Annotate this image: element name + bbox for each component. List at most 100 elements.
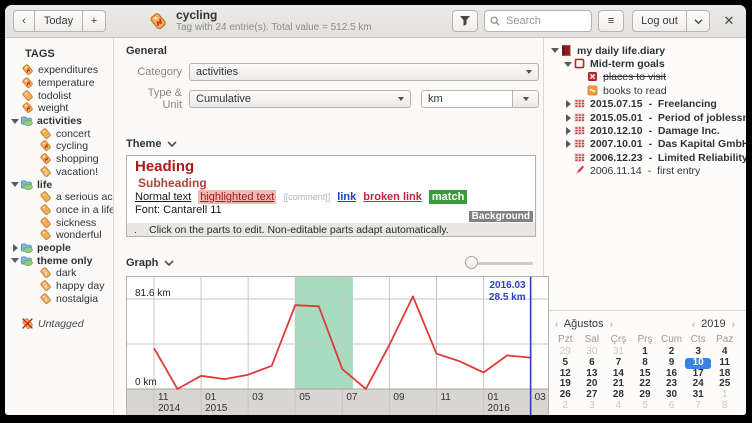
category-icon xyxy=(20,114,33,127)
expander-icon[interactable] xyxy=(563,113,573,123)
graph-section-title[interactable]: Graph xyxy=(126,257,174,269)
theme-highlight-sample[interactable]: highlighted text xyxy=(198,190,276,204)
unit-dropdown-button[interactable] xyxy=(513,90,539,108)
diary-tree-item[interactable]: 2015.07.15- Freelancing xyxy=(548,98,746,111)
logout-button[interactable]: Log out xyxy=(632,10,686,32)
dropdown-arrow-icon xyxy=(398,97,404,101)
menu-button[interactable]: ≡ xyxy=(598,10,624,32)
calendar-day[interactable]: 6 xyxy=(579,358,606,369)
category-dropdown[interactable]: activities xyxy=(189,63,539,81)
category-icon xyxy=(20,241,33,254)
tag-item[interactable]: a serious acco... xyxy=(5,191,113,204)
expander-icon[interactable] xyxy=(10,256,20,266)
diary-tree-item[interactable]: 2010.12.10- Damage Inc. xyxy=(548,124,746,137)
calendar-day[interactable]: 11 xyxy=(711,358,738,369)
theme-background-chip[interactable]: Background xyxy=(469,211,533,222)
search-icon xyxy=(490,16,500,26)
tag-item[interactable]: once in a lifeti... xyxy=(5,204,113,217)
calendar-day[interactable]: 8 xyxy=(632,358,659,369)
chapter-icon xyxy=(573,111,586,124)
theme-bullet-sample[interactable]: . xyxy=(127,224,149,236)
theme-link-sample[interactable]: link xyxy=(337,190,356,204)
diary-tree-item[interactable]: 2015.05.01- Period of joblessness and jo… xyxy=(548,111,746,124)
graph-canvas[interactable]: 81.6 km0 km11201401201503050709110120160… xyxy=(126,276,549,415)
tag-item[interactable]: concert xyxy=(5,127,113,140)
calendar-day[interactable]: 7 xyxy=(605,358,632,369)
add-entry-button[interactable]: + xyxy=(82,10,106,32)
theme-match-sample[interactable]: match xyxy=(429,190,467,204)
tag-value-chart[interactable]: 81.6 km0 km11201401201503050709110120160… xyxy=(126,276,549,415)
theme-normal-text-sample[interactable]: Normal text xyxy=(135,190,191,204)
tag-item[interactable]: nostalgia xyxy=(5,292,113,305)
calendar-day[interactable]: 5 xyxy=(552,358,579,369)
expander-icon[interactable] xyxy=(10,180,20,190)
diary-tree-item[interactable]: Mid-term goals xyxy=(548,57,746,70)
calendar-day[interactable]: 2 xyxy=(552,401,579,412)
close-button[interactable]: ✕ xyxy=(720,13,738,29)
expander-icon[interactable] xyxy=(10,116,20,126)
theme-subheading-sample[interactable]: Subheading xyxy=(135,176,527,190)
tag-item[interactable]: sickness xyxy=(5,216,113,229)
next-month-button[interactable]: › xyxy=(607,319,616,330)
back-button[interactable]: ‹ xyxy=(13,10,34,32)
tag-item[interactable]: weight xyxy=(5,102,113,115)
diary-tree-item[interactable]: 2006.11.14- first entry xyxy=(548,165,746,178)
today-button[interactable]: Today xyxy=(34,10,82,32)
theme-heading-sample[interactable]: Heading xyxy=(135,158,527,176)
theme-broken-link-sample[interactable]: broken link xyxy=(363,190,422,204)
theme-section-header[interactable]: Theme xyxy=(126,138,539,150)
expander-icon[interactable] xyxy=(563,139,573,149)
diary-tree-item[interactable]: places to visit xyxy=(548,71,746,84)
calendar-day[interactable]: 4 xyxy=(605,401,632,412)
tag-item[interactable]: theme only xyxy=(5,254,113,267)
unit-entry[interactable]: km xyxy=(421,90,513,108)
tag-icon xyxy=(148,11,168,31)
filter-button[interactable] xyxy=(452,10,478,32)
diary-tree-item[interactable]: 2006.12.23- Limited Reliability Co. xyxy=(548,151,746,164)
search-input[interactable] xyxy=(504,14,578,28)
tag-item[interactable]: temperature xyxy=(5,77,113,90)
calendar-day[interactable]: 10 xyxy=(685,358,712,369)
prev-month-button[interactable]: ‹ xyxy=(552,319,561,330)
tag-item[interactable]: activities xyxy=(5,115,113,128)
chapter-icon xyxy=(573,151,586,164)
tag-item[interactable]: life xyxy=(5,178,113,191)
slider-knob[interactable] xyxy=(465,256,478,269)
tag-item[interactable]: cycling xyxy=(5,140,113,153)
expander-icon[interactable] xyxy=(550,46,560,56)
tag-item[interactable]: shopping xyxy=(5,153,113,166)
tag-item[interactable]: wonderful xyxy=(5,229,113,242)
diary-tree-item[interactable]: books to read xyxy=(548,84,746,97)
search-box[interactable] xyxy=(484,10,592,32)
tag-item[interactable]: happy day xyxy=(5,280,113,293)
tag-plain-icon xyxy=(39,127,52,140)
diary-tree-item[interactable]: 2007.10.01- Das Kapital GmbH xyxy=(548,138,746,151)
prev-year-button[interactable]: ‹ xyxy=(689,319,698,330)
calendar-day[interactable]: 9 xyxy=(658,358,685,369)
expander-icon[interactable] xyxy=(563,99,573,109)
category-icon xyxy=(20,178,33,191)
tag-item[interactable]: todolist xyxy=(5,89,113,102)
next-year-button[interactable]: › xyxy=(729,319,738,330)
calendar-day[interactable]: 3 xyxy=(579,401,606,412)
logout-dropdown-button[interactable] xyxy=(686,10,710,32)
tag-item[interactable]: dark xyxy=(5,267,113,280)
diary-tree-item[interactable]: my daily life.diary xyxy=(548,44,746,57)
tag-chart-icon xyxy=(21,63,34,76)
graph-zoom-slider[interactable] xyxy=(465,256,533,270)
calendar-day[interactable]: 7 xyxy=(685,401,712,412)
tag-item[interactable]: Untagged xyxy=(5,318,113,331)
calendar-day[interactable]: 8 xyxy=(711,401,738,412)
theme-preview-box[interactable]: Heading Subheading Normal text highlight… xyxy=(126,155,536,237)
expander-icon[interactable] xyxy=(563,59,573,69)
calendar-day[interactable]: 5 xyxy=(632,401,659,412)
theme-comment-sample[interactable]: [[comment]] xyxy=(283,190,330,204)
chapter-icon xyxy=(573,124,586,137)
expander-icon[interactable] xyxy=(563,126,573,136)
type-dropdown[interactable]: Cumulative xyxy=(189,90,411,108)
tag-item[interactable]: people xyxy=(5,242,113,255)
tag-item[interactable]: vacation! xyxy=(5,166,113,179)
expander-icon[interactable] xyxy=(10,243,20,253)
tag-item[interactable]: expenditures xyxy=(5,64,113,77)
calendar-day[interactable]: 6 xyxy=(658,401,685,412)
